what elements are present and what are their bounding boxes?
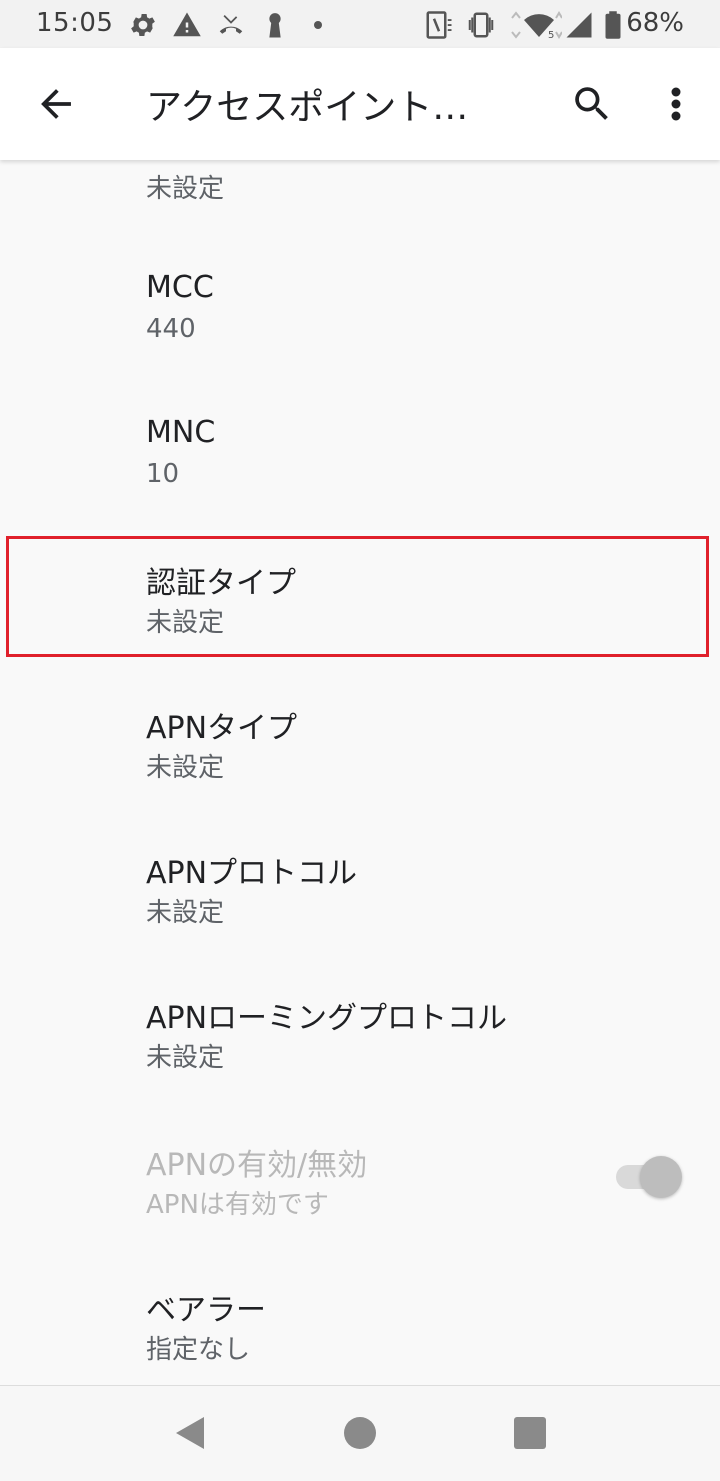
more-options-button[interactable]	[644, 72, 708, 136]
list-item-apn-type[interactable]: APNタイプ 未設定	[0, 655, 720, 801]
missed-call-icon	[219, 15, 243, 34]
more-vert-icon	[671, 87, 681, 121]
list-item-subtitle: APNは有効です	[146, 1190, 329, 1220]
svg-text:5: 5	[548, 30, 554, 40]
list-item-title: MNC	[146, 415, 216, 450]
list-item-apn-roaming-protocol[interactable]: APNローミングプロトコル 未設定	[0, 945, 720, 1091]
dot-icon	[314, 21, 322, 29]
list-item-subtitle: 10	[146, 459, 180, 489]
list-item-mcc[interactable]: MCC 440	[0, 220, 720, 366]
search-icon	[575, 87, 608, 120]
list-item-apn-enable[interactable]: APNの有効/無効 APNは有効です	[0, 1090, 720, 1236]
nfc-icon	[426, 11, 452, 39]
nav-back-icon[interactable]	[170, 1413, 210, 1453]
search-button[interactable]	[560, 72, 624, 136]
list-item-title: ベアラー	[146, 1293, 266, 1328]
list-item-subtitle: 未設定	[146, 608, 225, 638]
list-item-subtitle: 指定なし	[146, 1335, 251, 1365]
back-button[interactable]	[24, 72, 88, 136]
list-item-auth-type[interactable]: 認証タイプ 未設定	[0, 510, 720, 656]
signal-icon	[566, 12, 592, 38]
arrow-back-icon	[41, 89, 71, 119]
navigation-bar	[0, 1385, 720, 1481]
list-item-subtitle: 未設定	[146, 174, 225, 204]
vibrate-icon	[468, 12, 494, 38]
nav-recents-icon[interactable]	[514, 1417, 546, 1449]
list-item-title: APNプロトコル	[146, 856, 358, 891]
battery-percent: 68%	[626, 8, 684, 38]
list-item-subtitle: 440	[146, 314, 196, 344]
list-item-subtitle: 未設定	[146, 1043, 225, 1073]
wifi-icon: 5	[511, 11, 562, 40]
gear-icon	[131, 14, 155, 36]
keyhole-icon	[269, 13, 281, 38]
app-bar: アクセスポイント…	[0, 48, 720, 160]
list-item-bearer[interactable]: ベアラー 指定なし	[0, 1235, 720, 1381]
list-item-title: MCC	[146, 270, 214, 305]
toggle-thumb	[640, 1156, 682, 1198]
list-item-partial[interactable]: 未設定	[0, 160, 720, 220]
list-item-subtitle: 未設定	[146, 753, 225, 783]
list-item-title: APNローミングプロトコル	[146, 1001, 508, 1036]
nav-home-icon[interactable]	[344, 1417, 376, 1449]
status-bar: 15:05 5 68%	[0, 0, 720, 48]
list-item-subtitle: 未設定	[146, 898, 225, 928]
list-item-apn-protocol[interactable]: APNプロトコル 未設定	[0, 800, 720, 946]
page-title: アクセスポイント…	[146, 87, 469, 128]
list-item-title: 認証タイプ	[146, 566, 296, 601]
list-item-title: APNの有効/無効	[146, 1148, 368, 1183]
list-item-mnc[interactable]: MNC 10	[0, 365, 720, 511]
warning-icon	[173, 12, 201, 37]
list-item-title: APNタイプ	[146, 711, 298, 746]
status-time: 15:05	[36, 8, 114, 38]
battery-icon	[605, 11, 621, 39]
